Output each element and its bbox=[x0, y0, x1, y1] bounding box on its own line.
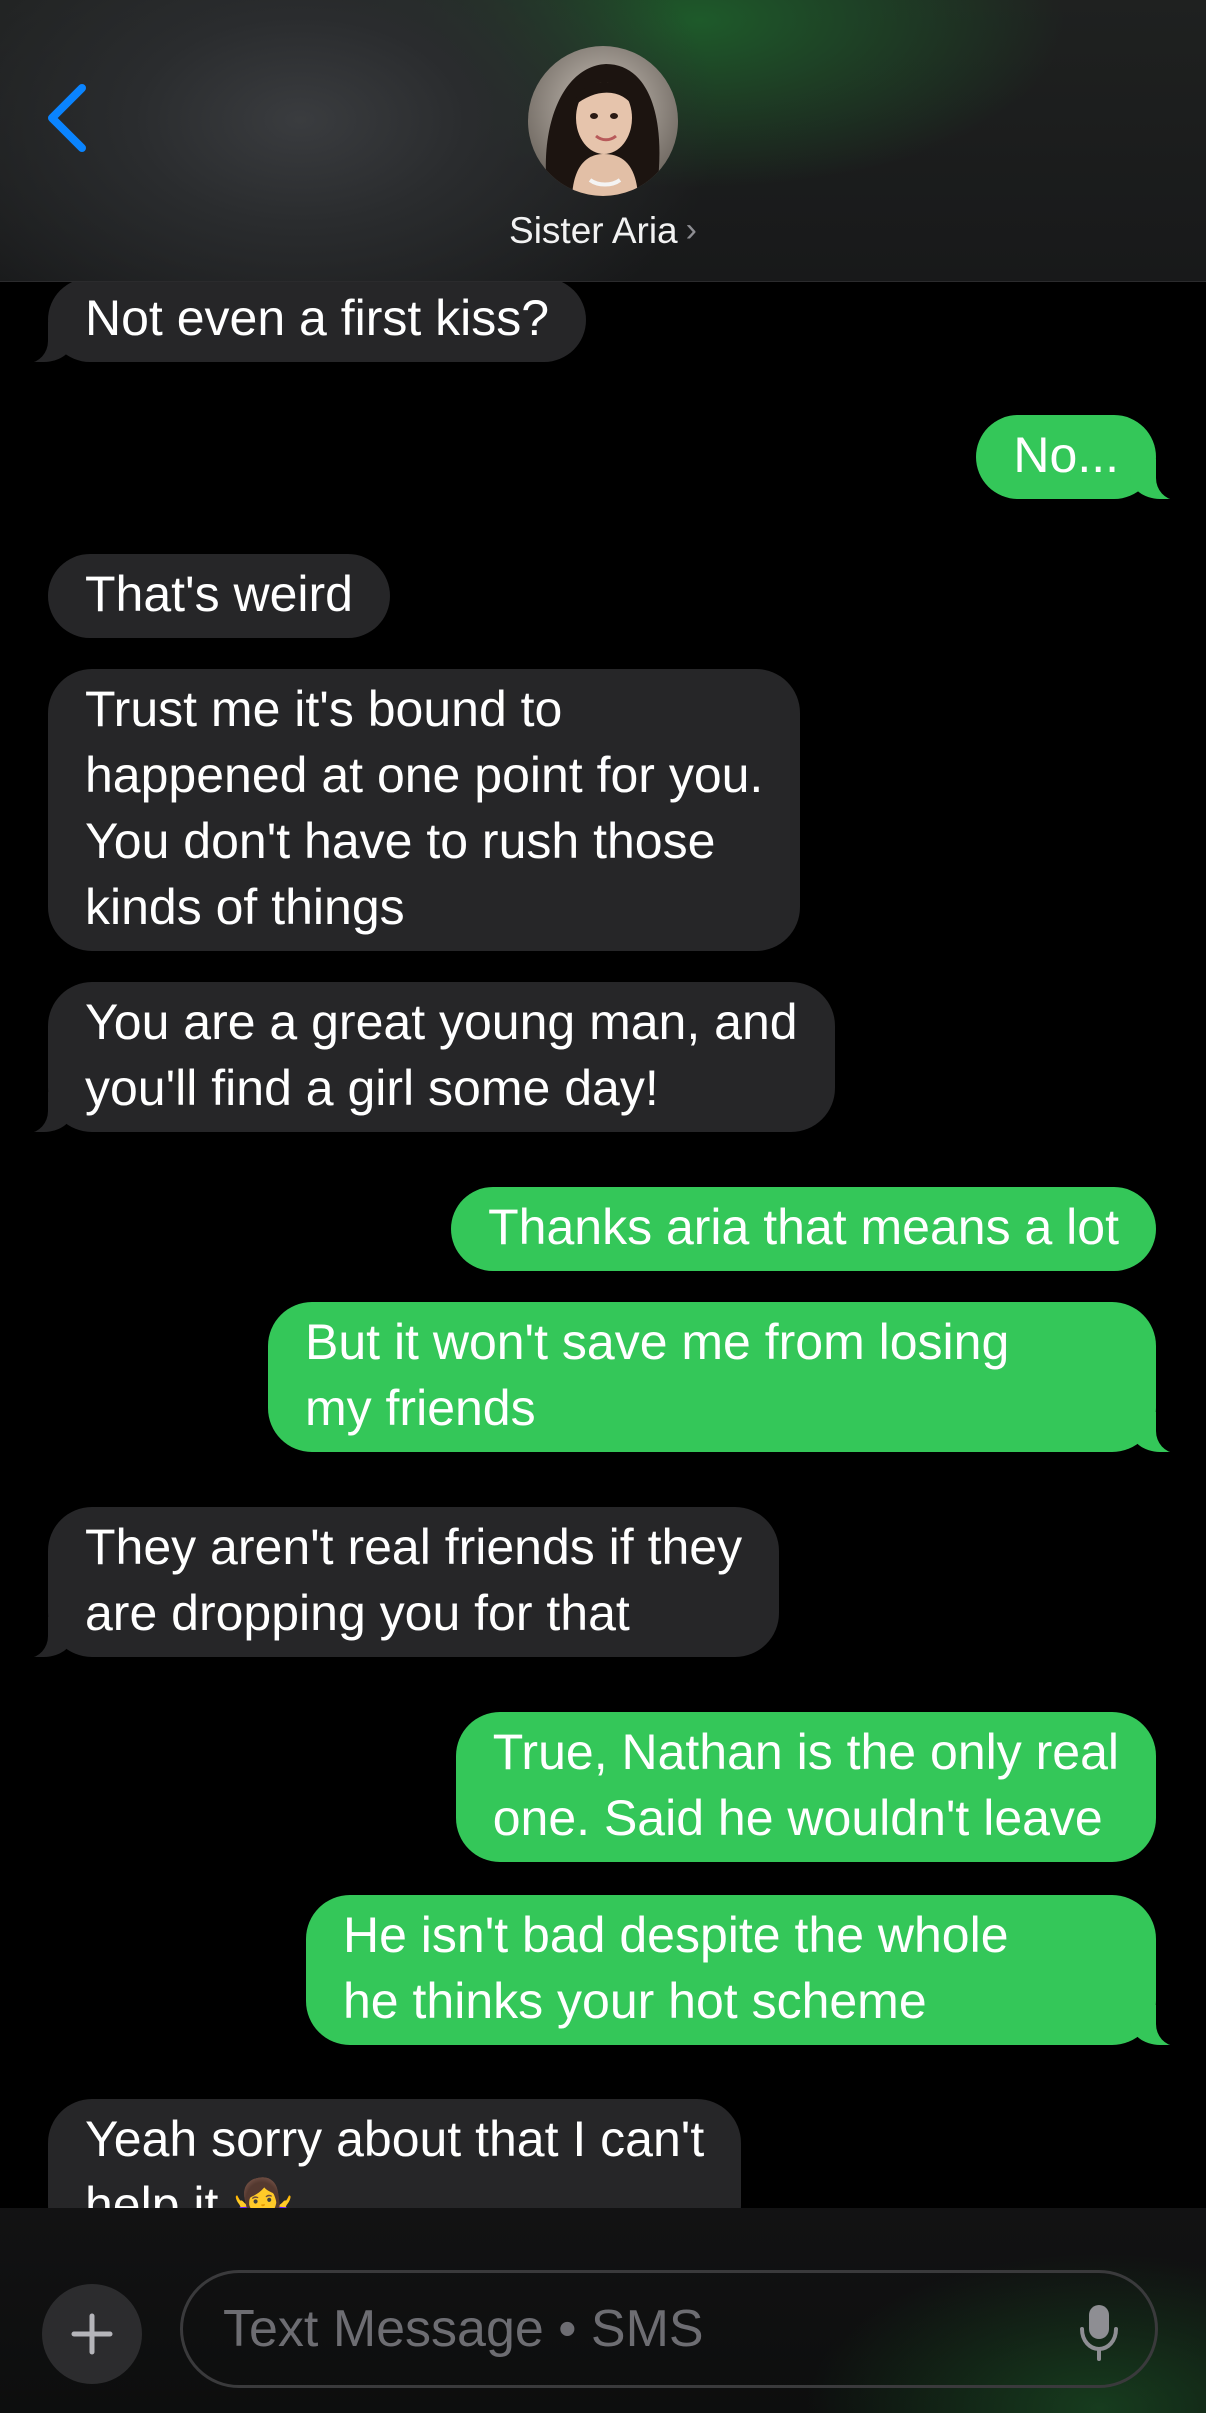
message-bubble-outgoing[interactable]: He isn't bad despite the whole he thinks… bbox=[306, 1895, 1186, 2046]
message-bubble-incoming[interactable]: Yeah sorry about that I can't help it 🤷‍… bbox=[48, 2099, 742, 2208]
message-bubble-incoming[interactable]: Not even a first kiss? bbox=[17, 282, 587, 363]
message-thread[interactable]: Not even a first kiss? No... That's weir… bbox=[0, 282, 1206, 2208]
message-bubble-outgoing[interactable]: But it won't save me from losing my frie… bbox=[268, 1302, 1186, 1453]
text-message-input[interactable]: Text Message • SMS bbox=[180, 2270, 1158, 2388]
avatar[interactable] bbox=[528, 46, 678, 196]
message-composer: Text Message • SMS bbox=[0, 2208, 1206, 2413]
back-button[interactable] bbox=[40, 78, 100, 158]
add-attachment-button[interactable] bbox=[42, 2284, 142, 2384]
message-bubble-incoming[interactable]: Trust me it's bound to happened at one p… bbox=[48, 669, 801, 951]
microphone-icon[interactable] bbox=[1077, 2303, 1121, 2363]
chevron-right-icon: › bbox=[685, 211, 697, 249]
contact-name: Sister Aria bbox=[509, 210, 678, 251]
message-bubble-incoming[interactable]: You are a great young man, and you'll fi… bbox=[18, 982, 835, 1133]
chevron-left-icon bbox=[48, 84, 86, 152]
message-bubble-incoming[interactable]: That's weird bbox=[48, 554, 390, 638]
message-bubble-outgoing[interactable]: Thanks aria that means a lot bbox=[451, 1187, 1156, 1271]
contact-name-row[interactable]: Sister Aria › bbox=[0, 210, 1206, 252]
plus-icon bbox=[71, 2313, 113, 2355]
message-bubble-outgoing[interactable]: True, Nathan is the only real one. Said … bbox=[455, 1712, 1156, 1862]
message-bubble-outgoing[interactable]: No... bbox=[976, 415, 1186, 500]
message-bubble-incoming[interactable]: They aren't real friends if they are dro… bbox=[17, 1507, 780, 1658]
input-placeholder: Text Message • SMS bbox=[223, 2300, 704, 2358]
conversation-header: Sister Aria › bbox=[0, 0, 1206, 282]
